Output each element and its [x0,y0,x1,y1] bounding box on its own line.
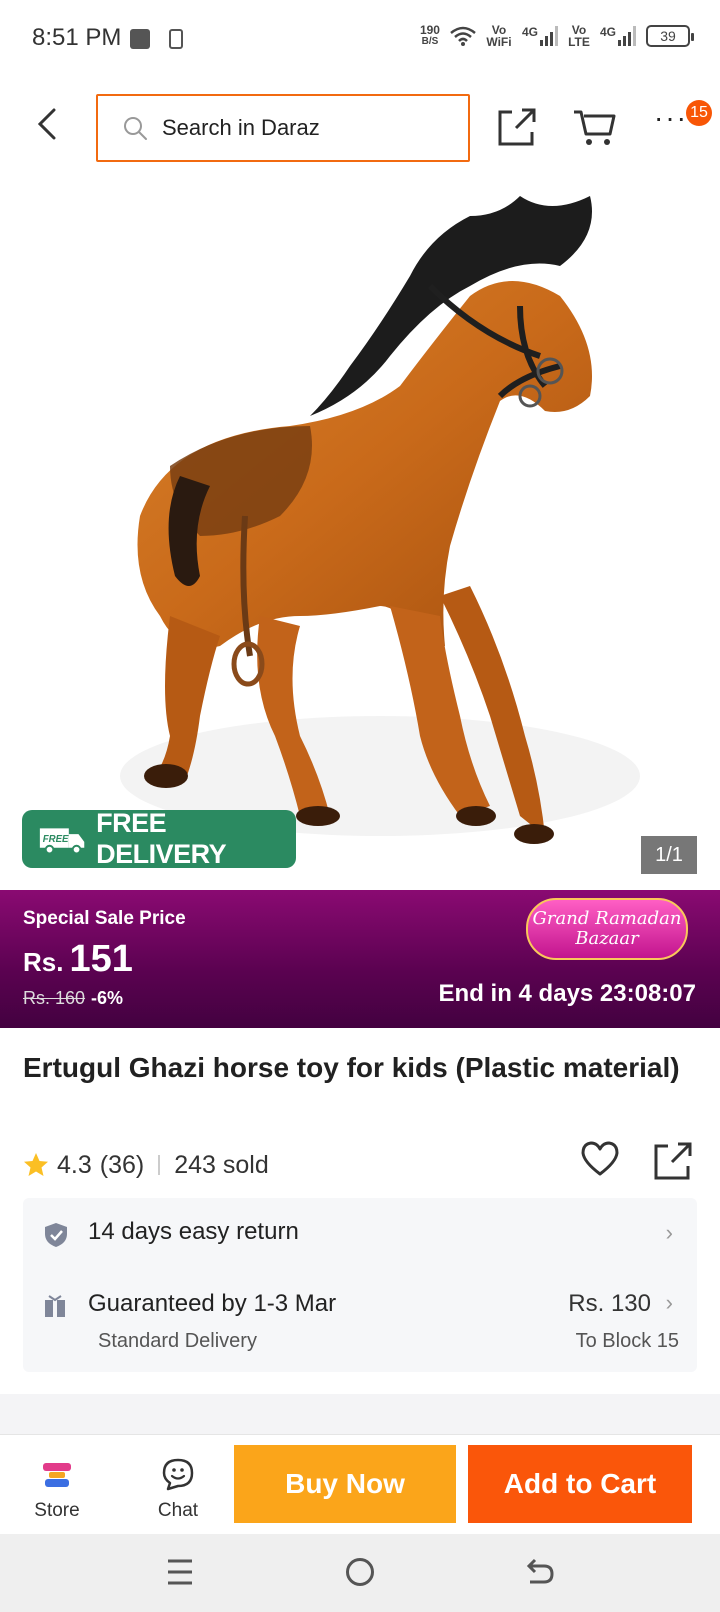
status-icons: 190 B/S Vo WiFi 4G Vo LTE 4G 39 [419,23,694,49]
buy-now-button[interactable]: Buy Now [234,1445,456,1523]
bottom-action-bar: Store Chat Buy Now Add to Cart [0,1434,720,1534]
image-counter: 1/1 [641,836,697,874]
horse-toy-image [120,196,640,844]
share-product-icon[interactable] [652,1140,694,1182]
share-icon[interactable] [496,106,538,148]
store-logo-icon [43,1463,71,1487]
chevron-right-icon: › [665,1220,673,1245]
vowifi-label: Vo WiFi [486,23,512,49]
sale-banner: Special Sale Price Rs. 151 Rs. 160 -6% Gr… [0,890,720,1028]
add-to-cart-button[interactable]: Add to Cart [468,1445,692,1523]
chat-button[interactable]: Chat [142,1457,214,1522]
review-count: (36) [99,1150,145,1179]
free-delivery-badge: FREE FREE DELIVERY [22,808,296,869]
rating-row[interactable]: 4.3 (36) 243 sold [23,1148,269,1182]
discount-percent: -6% [91,988,124,1008]
star-icon [24,1153,48,1176]
back-arrow-icon[interactable] [30,106,66,142]
search-icon [124,117,147,140]
back-icon[interactable] [524,1554,556,1588]
chevron-right-icon: › [665,1290,673,1315]
rating-value: 4.3 [57,1150,92,1179]
status-bar: 8:51 PM 190 B/S Vo WiFi 4G Vo LTE 4G 39 [0,0,720,80]
free-tag: FREE [43,834,69,845]
chat-icon [162,1458,194,1491]
recent-apps-icon[interactable] [166,1556,194,1588]
chat-label: Chat [157,1500,199,1521]
ramadan-bazaar-logo: Grand Ramadan Bazaar [526,898,688,960]
home-icon[interactable] [346,1558,374,1586]
divider [158,1155,161,1175]
delivery-destination: To Block 15 [575,1330,679,1352]
device-icon [169,29,183,49]
price-currency: Rs. [23,947,64,977]
delivery-type: Standard Delivery [98,1330,257,1352]
sale-label: Special Sale Price [23,908,186,929]
top-header: Search in Daraz ··· 15 [0,80,720,176]
net-speed: 190 B/S [419,23,440,47]
delivery-truck-icon: FREE [39,828,85,855]
delivery-card: 14 days easy return › Guaranteed by 1-3 … [23,1198,697,1372]
product-title: Ertugul Ghazi horse toy for kids (Plasti… [23,1052,680,1083]
return-policy-row[interactable]: 14 days easy return › [23,1198,697,1270]
product-image[interactable] [0,176,720,890]
delivery-price: Rs. 130 [568,1290,651,1317]
search-placeholder: Search in Daraz [162,115,320,140]
cart-icon[interactable] [572,106,618,148]
notification-badge: 15 [686,100,712,126]
store-button[interactable]: Store [22,1459,92,1522]
status-time: 8:51 PM [32,24,122,51]
price-value: 151 [69,938,133,980]
signal-1: 4G [522,26,558,46]
signal-2: 4G [600,26,636,46]
guarantee-text: Guaranteed by 1-3 Mar [88,1290,337,1317]
section-divider [0,1394,720,1438]
original-price: Rs. 160 [23,988,86,1008]
return-text: 14 days easy return [88,1218,299,1245]
free-delivery-text: FREE DELIVERY [96,808,227,869]
sold-count: 243 sold [174,1150,269,1179]
notification-icon [130,29,150,49]
wishlist-heart-icon[interactable] [580,1140,620,1178]
store-label: Store [34,1500,80,1521]
wifi-icon [450,26,476,46]
battery-icon: 39 [646,25,694,47]
sale-countdown: End in 4 days 23:08:07 [438,980,696,1007]
sale-price: Rs. 151 [23,938,133,981]
package-icon [45,1295,65,1317]
shield-check-icon [45,1223,67,1247]
search-input[interactable]: Search in Daraz [96,94,470,162]
system-nav-bar [0,1534,720,1612]
volte-label: Vo LTE [568,23,590,49]
